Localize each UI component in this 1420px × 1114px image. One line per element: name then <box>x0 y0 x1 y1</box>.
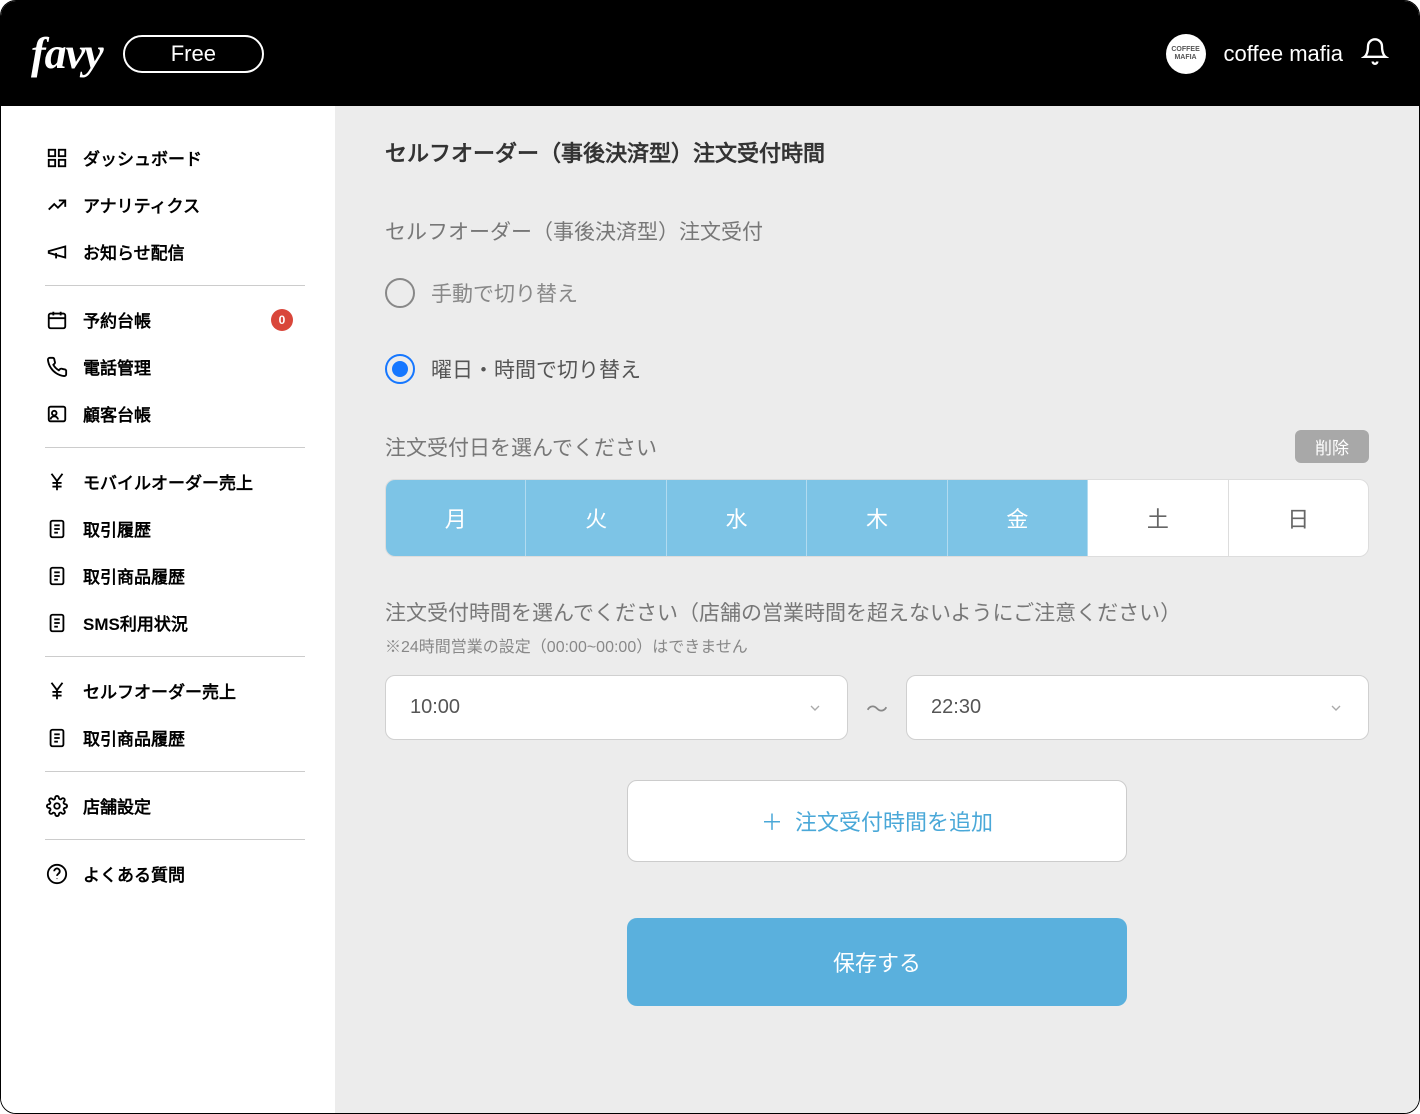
sidebar-item[interactable]: ダッシュボード <box>45 134 305 181</box>
day-cell[interactable]: 土 <box>1088 480 1228 556</box>
time-from-select[interactable]: 10:00 <box>385 675 848 740</box>
radio-icon <box>385 354 415 384</box>
day-row: 月火水木金土日 <box>385 479 1369 557</box>
day-cell[interactable]: 日 <box>1229 480 1368 556</box>
plus-icon: ＋ <box>761 810 783 835</box>
radio-manual[interactable]: 手動で切り替え <box>385 278 1369 308</box>
main-content: セルフオーダー（事後決済型）注文受付時間 セルフオーダー（事後決済型）注文受付 … <box>335 106 1419 1113</box>
section-title: セルフオーダー（事後決済型）注文受付 <box>385 216 1369 246</box>
document-icon <box>45 517 69 541</box>
sidebar-item[interactable]: モバイルオーダー売上 <box>45 458 305 505</box>
phone-icon <box>45 355 69 379</box>
delete-button[interactable]: 削除 <box>1295 430 1369 463</box>
yen-icon <box>45 679 69 703</box>
time-from-value: 10:00 <box>410 696 460 719</box>
radio-label: 曜日・時間で切り替え <box>431 354 641 384</box>
sidebar-item[interactable]: SMS利用状況 <box>45 599 305 646</box>
sidebar-item-label: SMS利用状況 <box>83 610 188 635</box>
sidebar-item-label: 店舗設定 <box>83 793 151 818</box>
document-icon <box>45 726 69 750</box>
analytics-icon <box>45 193 69 217</box>
day-cell[interactable]: 金 <box>948 480 1088 556</box>
sidebar-item[interactable]: 取引商品履歴 <box>45 714 305 761</box>
sidebar-item[interactable]: よくある質問 <box>45 850 305 897</box>
day-cell[interactable]: 水 <box>667 480 807 556</box>
home-icon <box>45 146 69 170</box>
day-cell[interactable]: 月 <box>386 480 526 556</box>
sidebar-item-label: モバイルオーダー売上 <box>83 469 253 494</box>
add-time-label: 注文受付時間を追加 <box>795 810 993 835</box>
username: coffee mafia <box>1224 41 1343 67</box>
chevron-down-icon <box>807 700 823 716</box>
sidebar-item[interactable]: セルフオーダー売上 <box>45 667 305 714</box>
sidebar: ダッシュボードアナリティクスお知らせ配信予約台帳 0 電話管理顧客台帳モバイルオーダ… <box>1 106 335 1113</box>
sidebar-item[interactable]: 取引履歴 <box>45 505 305 552</box>
sidebar-item[interactable]: お知らせ配信 <box>45 228 305 275</box>
gear-icon <box>45 794 69 818</box>
megaphone-icon <box>45 240 69 264</box>
time-header: 注文受付時間を選んでください（店舗の営業時間を超えないようにご注意ください） <box>385 597 1369 627</box>
sidebar-item-label: 取引商品履歴 <box>83 563 185 588</box>
time-separator: 〜 <box>866 692 888 724</box>
radio-icon <box>385 278 415 308</box>
header: favy Free COFFEE MAFIA coffee mafia <box>1 1 1419 106</box>
sidebar-item[interactable]: 取引商品履歴 <box>45 552 305 599</box>
sidebar-item[interactable]: 予約台帳 0 <box>45 296 305 343</box>
sidebar-item-label: ダッシュボード <box>83 145 202 170</box>
day-cell[interactable]: 火 <box>526 480 666 556</box>
time-to-value: 22:30 <box>931 696 981 719</box>
sidebar-item-label: アナリティクス <box>83 192 200 217</box>
time-to-select[interactable]: 22:30 <box>906 675 1369 740</box>
page-title: セルフオーダー（事後決済型）注文受付時間 <box>385 136 1369 168</box>
sidebar-item-label: よくある質問 <box>83 861 185 886</box>
document-icon <box>45 564 69 588</box>
sidebar-item-label: 電話管理 <box>83 354 151 379</box>
sidebar-item-label: セルフオーダー売上 <box>83 678 236 703</box>
yen-icon <box>45 470 69 494</box>
sidebar-item[interactable]: 店舗設定 <box>45 782 305 829</box>
calendar-icon <box>45 308 69 332</box>
sidebar-item[interactable]: アナリティクス <box>45 181 305 228</box>
sidebar-item-label: 取引履歴 <box>83 516 151 541</box>
sidebar-item-label: 取引商品履歴 <box>83 725 185 750</box>
question-icon <box>45 862 69 886</box>
radio-schedule[interactable]: 曜日・時間で切り替え <box>385 354 1369 384</box>
sidebar-item[interactable]: 電話管理 <box>45 343 305 390</box>
badge: 0 <box>271 309 293 331</box>
sidebar-item-label: お知らせ配信 <box>83 239 185 264</box>
contact-icon <box>45 402 69 426</box>
day-cell[interactable]: 木 <box>807 480 947 556</box>
time-note: ※24時間営業の設定（00:00~00:00）はできません <box>385 633 1369 657</box>
save-button[interactable]: 保存する <box>627 918 1127 1006</box>
bell-icon[interactable] <box>1361 37 1389 70</box>
sidebar-item[interactable]: 顧客台帳 <box>45 390 305 437</box>
sidebar-item-label: 予約台帳 <box>83 307 151 332</box>
logo: favy <box>31 28 103 79</box>
document-icon <box>45 611 69 635</box>
avatar[interactable]: COFFEE MAFIA <box>1166 34 1206 74</box>
days-header: 注文受付日を選んでください <box>385 432 657 462</box>
plan-badge: Free <box>123 35 264 73</box>
chevron-down-icon <box>1328 700 1344 716</box>
radio-label: 手動で切り替え <box>431 278 578 308</box>
add-time-button[interactable]: ＋ 注文受付時間を追加 <box>627 780 1127 862</box>
sidebar-item-label: 顧客台帳 <box>83 401 151 426</box>
